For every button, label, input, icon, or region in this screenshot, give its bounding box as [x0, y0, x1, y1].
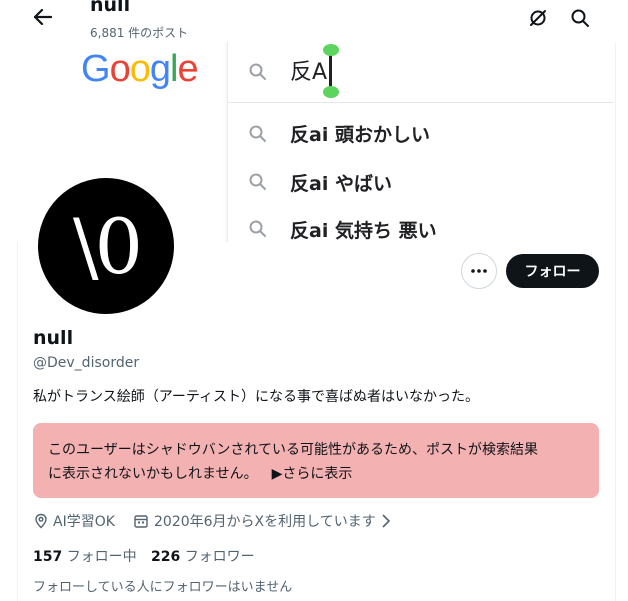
selection-handle-top: [323, 44, 339, 56]
selection-handle-bottom: [323, 86, 339, 98]
following-link[interactable]: 157 フォロー中: [33, 546, 137, 566]
search-icon: [249, 63, 266, 80]
search-icon: [571, 9, 589, 27]
suggestion-item: 反ai やばい: [290, 173, 392, 195]
location: AI学習OK: [33, 511, 115, 531]
search-query: 反AI: [290, 60, 334, 85]
chevron-right-icon: [382, 514, 390, 528]
location-text: AI学習OK: [53, 514, 115, 530]
post-count: 6,881 件のポスト: [90, 26, 189, 40]
grok-button[interactable]: [524, 4, 552, 32]
followers-you-know-note: フォローしている人にフォロワーはいません: [33, 580, 293, 595]
profile-bio: 私がトランス絵師（アーティスト）になる事で喜ばぬ者はいなかった。: [33, 389, 480, 405]
search-icon: [249, 220, 266, 237]
avatar[interactable]: \0: [35, 175, 177, 317]
following-label: フォロー中: [66, 549, 137, 565]
shadowban-warning: このユーザーはシャドウバンされている可能性があるため、ポストが検索結果 に表示さ…: [33, 423, 599, 498]
display-name: null: [33, 327, 74, 349]
suggestion-item: 反ai 頭おかしい: [290, 124, 430, 146]
search-suggestion-panel: 反AI 反ai 頭おかしい 反ai やばい 反ai 気持ち 悪い: [227, 42, 614, 242]
location-pin-icon: [35, 513, 47, 529]
user-handle: @Dev_disorder: [33, 355, 140, 371]
following-count: 157: [33, 549, 63, 565]
joined-date[interactable]: 2020年6月からXを利用しています: [133, 511, 391, 531]
avatar-text: \0: [73, 201, 143, 291]
more-options-button[interactable]: [461, 253, 497, 289]
calendar-icon: [134, 515, 148, 528]
followers-label: フォロワー: [184, 549, 255, 565]
warning-text: に表示されないかもしれません。: [48, 466, 258, 482]
search-button[interactable]: [566, 4, 594, 32]
suggestion-item: 反ai 気持ち 悪い: [290, 220, 437, 242]
search-icon: [249, 173, 266, 190]
warning-text-line2: に表示されないかもしれません。 ▶さらに表示: [48, 463, 352, 483]
grok-icon: [530, 10, 546, 26]
search-box: 反AI: [228, 42, 614, 103]
followers-count: 226: [151, 549, 181, 565]
followers-link[interactable]: 226 フォロワー: [151, 546, 255, 566]
back-button[interactable]: [28, 4, 58, 30]
show-more-link[interactable]: ▶さらに表示: [272, 466, 353, 482]
follow-button[interactable]: フォロー: [506, 254, 599, 288]
google-logo: Google: [81, 48, 199, 90]
header-title: null: [90, 0, 131, 16]
profile-header: null 6,881 件のポスト: [0, 0, 628, 42]
warning-text-line1: このユーザーはシャドウバンされている可能性があるため、ポストが検索結果: [48, 442, 538, 458]
search-icon: [249, 125, 266, 142]
more-dots-icon: [471, 269, 487, 273]
arrow-left-icon: [34, 9, 52, 25]
joined-text: 2020年6月からXを利用しています: [154, 514, 376, 530]
